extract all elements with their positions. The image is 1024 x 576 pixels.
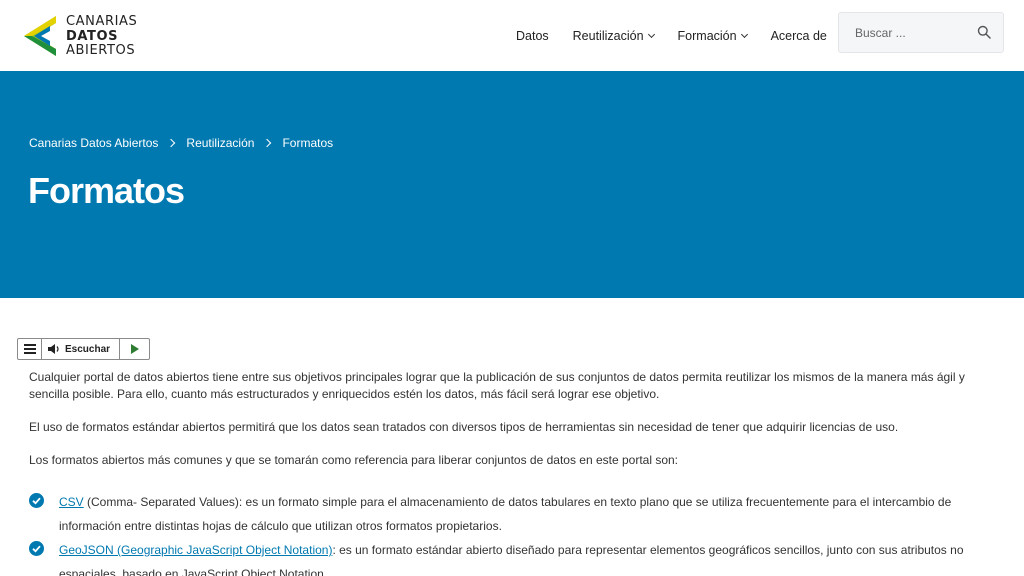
nav-item-reutilizacion[interactable]: Reutilización: [572, 29, 655, 43]
text-to-speech-widget: Escuchar: [17, 338, 150, 360]
hamburger-line: [23, 352, 36, 354]
search-input[interactable]: [839, 13, 967, 52]
search-box: [838, 12, 1004, 53]
formats-list: CSV (Comma- Separated Values): es un for…: [29, 490, 995, 576]
breadcrumb: Canarias Datos Abiertos Reutilización Fo…: [29, 136, 333, 150]
nav-item-formacion[interactable]: Formación: [677, 29, 748, 43]
nav-item-label: Reutilización: [572, 29, 644, 43]
check-circle-icon: [29, 541, 44, 556]
chevron-right-icon: [263, 138, 272, 148]
chevron-down-icon: [740, 30, 748, 39]
play-button[interactable]: [120, 339, 149, 359]
hamburger-line: [23, 348, 36, 350]
intro-paragraph: Cualquier portal de datos abiertos tiene…: [29, 370, 965, 401]
nav-item-label: Acerca de: [770, 29, 827, 43]
hamburger-line: [23, 344, 36, 346]
nav-item-label: Formación: [677, 29, 737, 43]
site-header: CANARIAS DATOS ABIERTOS Datos Reutilizac…: [0, 0, 1024, 71]
logo-line-3: ABIERTOS: [66, 43, 136, 58]
format-link-csv[interactable]: CSV: [59, 495, 84, 509]
format-description: (Comma- Separated Values): es un formato…: [59, 495, 952, 533]
page-hero: Canarias Datos Abiertos Reutilización Fo…: [0, 71, 1024, 298]
logo-chevron-icon: [24, 16, 56, 56]
list-item: CSV (Comma- Separated Values): es un for…: [29, 490, 995, 538]
speaker-icon: [48, 344, 59, 354]
list-item: GeoJSON (Geographic JavaScript Object No…: [29, 538, 995, 576]
chevron-down-icon: [647, 30, 655, 39]
search-icon[interactable]: [977, 25, 991, 39]
formats-intro-paragraph: Los formatos abiertos más comunes y que …: [29, 453, 679, 467]
listen-menu-button[interactable]: [18, 339, 42, 359]
check-circle-icon: [29, 493, 44, 508]
listen-button[interactable]: Escuchar: [42, 339, 120, 359]
play-icon: [130, 344, 139, 354]
format-link-geojson[interactable]: GeoJSON (Geographic JavaScript Object No…: [59, 543, 332, 557]
logo-line-2: DATOS: [66, 28, 119, 44]
main-content: Cualquier portal de datos abiertos tiene…: [29, 369, 995, 485]
page-title: Formatos: [28, 170, 185, 211]
logo-text: CANARIAS DATOS ABIERTOS: [66, 14, 138, 59]
logo-line-1: CANARIAS: [66, 14, 138, 29]
site-logo[interactable]: CANARIAS DATOS ABIERTOS: [20, 14, 150, 58]
nav-item-acerca-de[interactable]: Acerca de: [771, 29, 827, 43]
breadcrumb-home[interactable]: Canarias Datos Abiertos: [29, 136, 158, 150]
listen-label: Escuchar: [65, 343, 111, 355]
nav-item-label: Datos: [516, 29, 549, 43]
standards-paragraph: El uso de formatos estándar abiertos per…: [29, 420, 899, 434]
main-nav: Datos Reutilización Formación Acerca de: [516, 28, 827, 44]
chevron-right-icon: [167, 138, 176, 148]
breadcrumb-current: Formatos: [282, 136, 334, 150]
breadcrumb-reutilizacion[interactable]: Reutilización: [186, 136, 254, 150]
nav-item-datos[interactable]: Datos: [516, 29, 549, 43]
